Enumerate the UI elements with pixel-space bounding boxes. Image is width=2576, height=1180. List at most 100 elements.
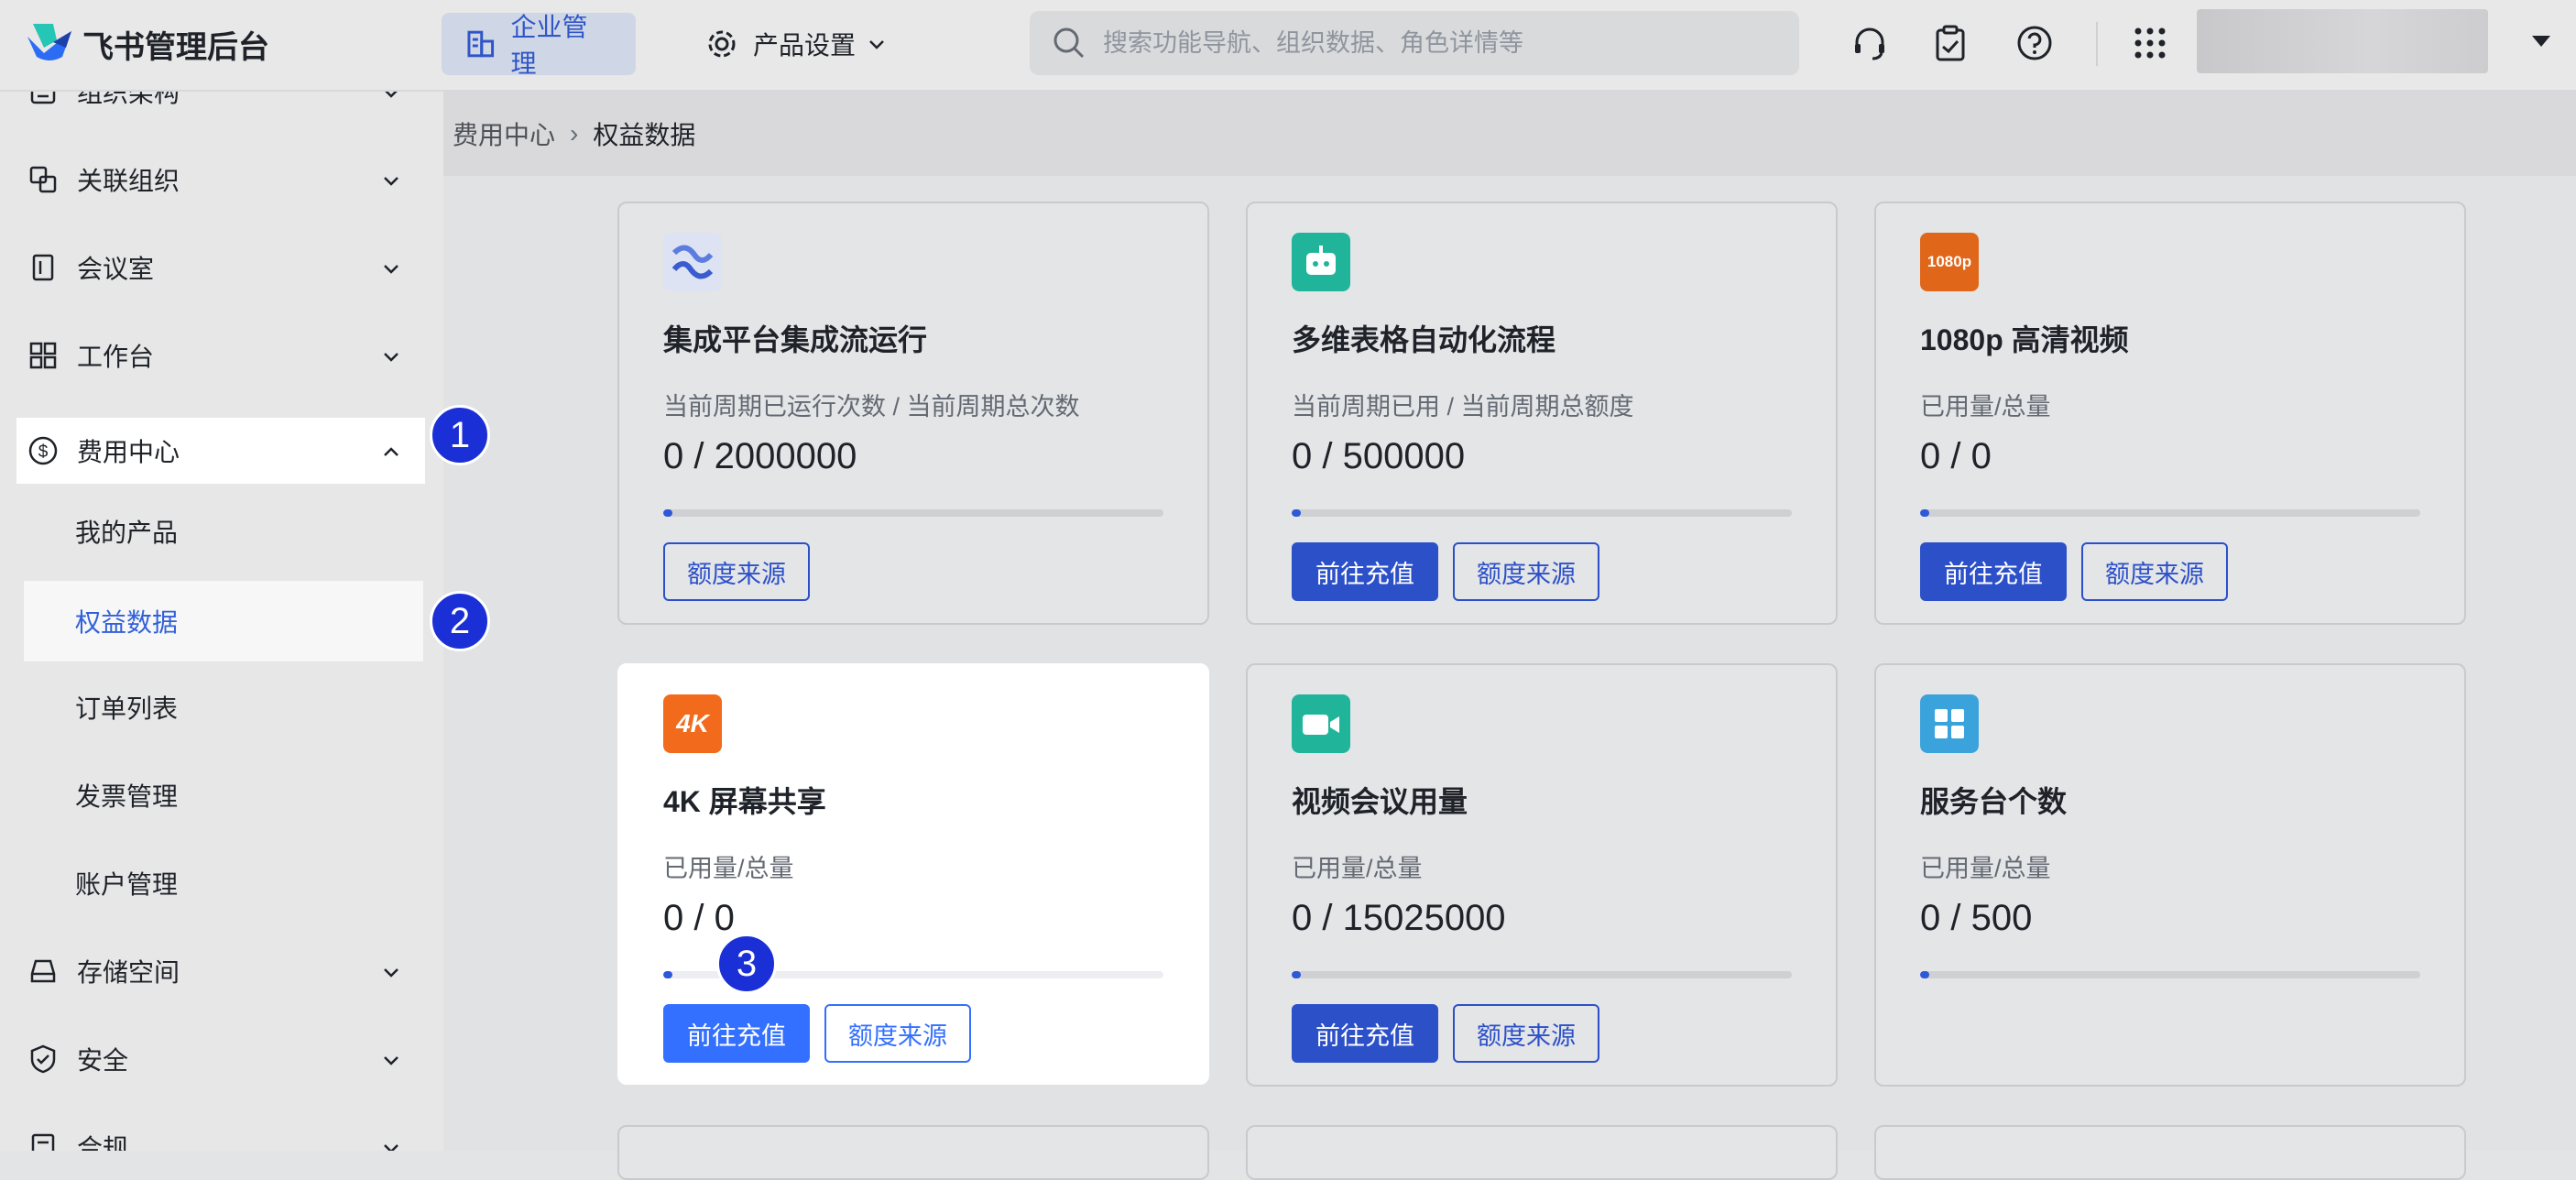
usage-progress-fill bbox=[1292, 971, 1301, 978]
card-metric-label: 已用量/总量 bbox=[663, 855, 794, 882]
quota-source-button[interactable]: 额度来源 bbox=[2081, 542, 2228, 601]
sidebar-sub-label: 权益数据 bbox=[75, 608, 179, 637]
tab-label: 企业管理 bbox=[510, 13, 588, 78]
building-icon bbox=[467, 30, 495, 58]
breadcrumb: 费用中心 › 权益数据 bbox=[443, 92, 2576, 176]
recharge-button[interactable]: 前往充值 bbox=[1920, 542, 2067, 601]
card-title: 服务台个数 bbox=[1920, 785, 2068, 818]
entitlement-card: 1080p 1080p 高清视频 已用量/总量 0 / 0 前往充值 额度来源 bbox=[1874, 202, 2466, 625]
usage-progress-bar bbox=[1292, 509, 1792, 517]
quota-source-button[interactable]: 额度来源 bbox=[663, 542, 810, 601]
sidebar-sub-order-list[interactable]: 订单列表 bbox=[24, 667, 423, 748]
search-bar[interactable] bbox=[1030, 11, 1799, 75]
card-usage-value: 0 / 500 bbox=[1920, 898, 2033, 938]
recharge-button[interactable]: 前往充值 bbox=[1292, 1004, 1438, 1063]
service-desk-icon bbox=[1920, 694, 1979, 753]
storage-icon bbox=[30, 959, 56, 983]
org-icon bbox=[30, 92, 56, 104]
sidebar-item-label: 安全 bbox=[77, 1046, 129, 1075]
recharge-button[interactable]: 前往充值 bbox=[663, 1004, 810, 1063]
card-metric-label: 已用量/总量 bbox=[1292, 855, 1423, 882]
sidebar-item-label: 合规 bbox=[77, 1134, 129, 1151]
sidebar-item-org[interactable]: 组织架构 bbox=[16, 92, 425, 125]
grid-icon bbox=[29, 342, 57, 369]
usage-progress-bar bbox=[1920, 509, 2420, 517]
chevron-up-icon bbox=[384, 447, 398, 456]
card-usage-value: 0 / 15025000 bbox=[1292, 898, 1506, 938]
apps-grid-icon[interactable] bbox=[2131, 24, 2169, 62]
quota-source-button[interactable]: 额度来源 bbox=[1453, 1004, 1599, 1063]
help-icon[interactable] bbox=[2015, 24, 2054, 62]
entitlement-card-partial bbox=[1246, 1125, 1838, 1180]
tab-product-settings[interactable]: 产品设置 bbox=[682, 13, 911, 75]
chevron-down-icon bbox=[869, 40, 884, 49]
card-metric-label: 已用量/总量 bbox=[1920, 855, 2051, 882]
card-title: 1080p 高清视频 bbox=[1920, 323, 2129, 356]
robot-icon bbox=[1292, 233, 1350, 291]
breadcrumb-current: 权益数据 bbox=[593, 121, 696, 149]
top-bar: 飞书管理后台 企业管理 产品设置 bbox=[0, 0, 2576, 92]
quota-source-button[interactable]: 额度来源 bbox=[1453, 542, 1599, 601]
sidebar-sub-label: 订单列表 bbox=[75, 694, 179, 723]
search-input[interactable] bbox=[1101, 27, 1764, 59]
app-name: 飞书管理后台 bbox=[82, 30, 269, 65]
step-marker-3: 3 bbox=[716, 934, 777, 994]
sidebar-item-compliance[interactable]: 合规 bbox=[16, 1114, 425, 1151]
sidebar-sub-account-management[interactable]: 账户管理 bbox=[24, 843, 423, 923]
card-metric-label: 当前周期已用 / 当前周期总额度 bbox=[1292, 393, 1634, 421]
sidebar-item-billing-center[interactable]: $ 费用中心 bbox=[16, 418, 425, 484]
usage-progress-fill bbox=[1292, 509, 1301, 517]
user-account-blurred[interactable] bbox=[2197, 9, 2488, 73]
step-marker-1: 1 bbox=[430, 405, 490, 465]
sidebar-item-label: 存储空间 bbox=[77, 958, 180, 987]
card-title: 多维表格自动化流程 bbox=[1292, 323, 1556, 356]
sidebar-sub-my-products[interactable]: 我的产品 bbox=[24, 491, 423, 572]
quota-source-button[interactable]: 额度来源 bbox=[824, 1004, 971, 1063]
sidebar-item-linked-org[interactable]: 关联组织 bbox=[16, 147, 425, 213]
sidebar-item-meeting-room[interactable]: 会议室 bbox=[16, 235, 425, 300]
entitlement-card: 服务台个数 已用量/总量 0 / 500 bbox=[1874, 663, 2466, 1087]
sidebar-sub-entitlement-data[interactable]: 权益数据 bbox=[24, 581, 423, 661]
integration-icon bbox=[663, 233, 722, 291]
entitlement-card-partial bbox=[617, 1125, 1209, 1180]
breadcrumb-parent[interactable]: 费用中心 bbox=[453, 115, 555, 152]
sidebar-sub-label: 我的产品 bbox=[75, 519, 179, 547]
card-title: 4K 屏幕共享 bbox=[663, 785, 826, 818]
card-metric-label: 已用量/总量 bbox=[1920, 393, 2051, 421]
card-title: 视频会议用量 bbox=[1292, 785, 1468, 818]
entitlement-card: 视频会议用量 已用量/总量 0 / 15025000 前往充值 额度来源 bbox=[1246, 663, 1838, 1087]
step-marker-2: 2 bbox=[430, 591, 490, 651]
tab-label: 产品设置 bbox=[753, 31, 857, 60]
usage-progress-fill bbox=[663, 971, 672, 978]
sidebar: 组织架构 关联组织 会议室 工作台 $ 费用中心 我的产品 权益数据 订单列表 … bbox=[0, 92, 443, 1151]
sidebar-item-workbench[interactable]: 工作台 bbox=[16, 322, 425, 388]
card-metric-label: 当前周期已运行次数 / 当前周期总次数 bbox=[663, 393, 1080, 421]
usage-progress-fill bbox=[663, 509, 672, 517]
tab-enterprise-management[interactable]: 企业管理 bbox=[442, 13, 636, 78]
chevron-down-icon bbox=[384, 968, 398, 978]
caret-down-icon[interactable] bbox=[2530, 33, 2552, 49]
sidebar-sub-invoice-management[interactable]: 发票管理 bbox=[24, 755, 423, 836]
shield-icon bbox=[30, 1044, 56, 1074]
sidebar-sub-label: 账户管理 bbox=[75, 870, 179, 899]
card-usage-value: 0 / 2000000 bbox=[663, 436, 857, 476]
entitlement-card: 多维表格自动化流程 当前周期已用 / 当前周期总额度 0 / 500000 前往… bbox=[1246, 202, 1838, 625]
chevron-down-icon bbox=[384, 177, 398, 186]
headset-icon[interactable] bbox=[1850, 24, 1889, 62]
sidebar-item-storage[interactable]: 存储空间 bbox=[16, 938, 425, 1004]
clipboard-icon[interactable] bbox=[1931, 24, 1970, 62]
usage-progress-bar bbox=[663, 509, 1163, 517]
door-icon bbox=[32, 254, 54, 281]
card-usage-value: 0 / 500000 bbox=[1292, 436, 1466, 476]
sidebar-item-security[interactable]: 安全 bbox=[16, 1026, 425, 1092]
sidebar-item-label: 费用中心 bbox=[77, 438, 180, 466]
chevron-down-icon bbox=[384, 1144, 398, 1151]
feishu-logo-icon[interactable] bbox=[26, 20, 73, 66]
recharge-button[interactable]: 前往充值 bbox=[1292, 542, 1438, 601]
chevron-down-icon bbox=[384, 1056, 398, 1065]
dollar-icon: $ bbox=[28, 436, 58, 465]
card-usage-value: 0 / 0 bbox=[663, 898, 735, 938]
video-1080p-icon: 1080p bbox=[1920, 233, 1979, 291]
sidebar-item-label: 关联组织 bbox=[77, 167, 180, 195]
entitlement-card: 集成平台集成流运行 当前周期已运行次数 / 当前周期总次数 0 / 200000… bbox=[617, 202, 1209, 625]
